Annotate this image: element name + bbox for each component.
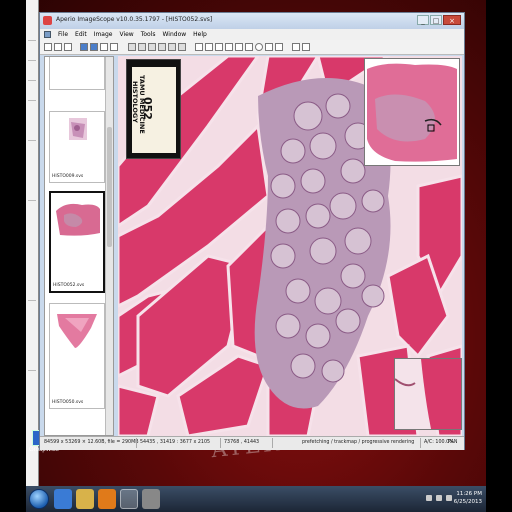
slide-label-line2: HISTOLOGY [131,81,139,123]
slide-thumbnail-image [56,203,100,236]
magnification-2x-icon[interactable] [138,43,146,51]
thumbnail-label: HISTO009.svs [52,174,84,179]
thumbnail-item[interactable] [49,57,105,90]
clock-date: 6/25/2013 [453,499,482,505]
menu-tools[interactable]: Tools [141,31,156,38]
magnifier-window[interactable] [394,358,462,430]
imagescope-window: Aperio ImageScope v10.0.35.1797 - [HISTO… [39,12,465,450]
desktop: GroupWise ATERIN Aperio ImageScope v10.0… [26,0,486,486]
thumbnail-item[interactable]: HISTO009.svs [49,111,105,183]
thumbnail-label: HISTO050.svs [52,400,84,405]
status-mode: PAN [448,440,458,445]
system-tray [426,495,452,501]
volume-icon[interactable] [446,495,452,501]
menu-view[interactable]: View [119,31,133,38]
document-icon[interactable] [44,31,51,38]
clock-time: 11:26 PM [456,491,482,497]
close-button[interactable]: × [443,15,461,25]
fit-icon[interactable] [100,43,108,51]
status-dimensions: 84599 x 53269 × 12.60B, file = 290MB [44,440,139,445]
zoom-in-icon[interactable] [80,43,88,51]
menu-file[interactable]: File [58,31,68,38]
status-bar: 84599 x 53269 × 12.60B, file = 290MB 544… [40,436,464,450]
thumbnail-item-selected[interactable]: HISTO052.svs [49,191,105,293]
magnifier-image [394,359,461,429]
thumbnail-pane: HISTO009.svs HISTO052.svs HISTO050.svs [44,56,114,436]
pointer-icon[interactable] [205,43,213,51]
rotate-icon[interactable] [110,43,118,51]
slide-thumbnail-image [57,314,97,348]
ruler-icon[interactable] [235,43,243,51]
thumbnail-scrollbar[interactable] [105,57,113,435]
file-explorer-icon[interactable] [76,489,94,509]
menu-help[interactable]: Help [193,31,207,38]
arrow-up-icon[interactable] [426,495,432,501]
start-button[interactable] [29,489,49,509]
magnification-20x-icon[interactable] [168,43,176,51]
network-icon[interactable] [436,495,442,501]
status-pixel: 73768 , 41443 [224,440,260,445]
menu-bar: File Edit Image View Tools Window Help [40,29,464,40]
magnification-10x-icon[interactable] [158,43,166,51]
hand-pan-icon[interactable] [195,43,203,51]
save-icon[interactable] [54,43,62,51]
slide-viewer[interactable]: 052 TAMU MEDICINE HISTOLOGY [118,56,462,436]
minimize-button[interactable]: _ [417,15,429,25]
overview-image [367,63,457,162]
media-player-icon[interactable] [98,489,116,509]
clock[interactable]: 11:26 PM 6/25/2013 [454,490,482,506]
status-rendering: prefetching / trackmap / progressive ren… [302,440,415,445]
toolbar [40,40,464,55]
analysis-icon[interactable] [292,43,300,51]
magnification-40x-icon[interactable] [178,43,186,51]
letterbox-right [486,0,512,512]
maximize-button[interactable]: □ [430,15,442,25]
menu-window[interactable]: Window [163,31,187,38]
ellipse-icon[interactable] [255,43,263,51]
imagescope-taskbar-icon[interactable] [120,489,138,509]
slide-label-line1: TAMU MEDICINE [138,75,146,134]
title-bar[interactable]: Aperio ImageScope v10.0.35.1797 - [HISTO… [40,13,464,29]
magnification-5x-icon[interactable] [148,43,156,51]
thumbnail-label: HISTO052.svs [53,283,85,288]
open-icon[interactable] [44,43,52,51]
menu-edit[interactable]: Edit [75,31,87,38]
menu-image[interactable]: Image [94,31,113,38]
overview-thumbnail[interactable] [364,58,460,166]
layers-icon[interactable] [302,43,310,51]
zoom-out-icon[interactable] [90,43,98,51]
background-window-edge [26,0,39,486]
letterbox-left [0,0,26,512]
status-coords: 54435 , 31419 : 3677 x 2105 [140,440,211,445]
slide-label: 052 TAMU MEDICINE HISTOLOGY [126,59,181,159]
print-icon[interactable] [64,43,72,51]
slide-thumbnail-image [69,118,87,140]
text-annotation-icon[interactable] [275,43,283,51]
polygon-icon[interactable] [265,43,273,51]
taskbar: 11:26 PM 6/25/2013 [26,486,486,512]
pen-icon[interactable] [215,43,223,51]
groupwise-taskbar-icon[interactable] [142,489,160,509]
app-icon [43,16,52,25]
magnification-1x-icon[interactable] [128,43,136,51]
thumbnail-item[interactable]: HISTO050.svs [49,303,105,409]
window-title: Aperio ImageScope v10.0.35.1797 - [HISTO… [56,16,213,23]
rectangle-icon[interactable] [245,43,253,51]
internet-explorer-icon[interactable] [54,489,72,509]
arrow-annotation-icon[interactable] [225,43,233,51]
